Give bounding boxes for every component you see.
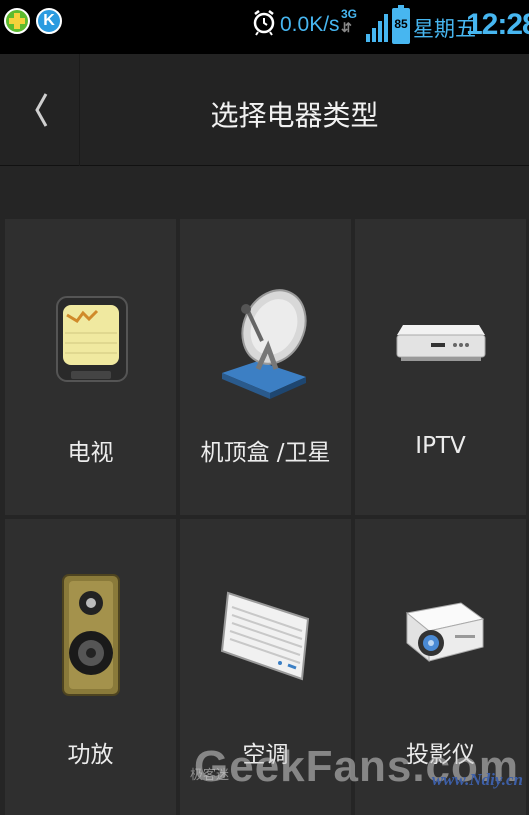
- k-app-icon: K: [36, 8, 62, 34]
- device-label: 功放: [67, 742, 114, 768]
- device-tile-iptv[interactable]: IPTV: [355, 219, 526, 515]
- speaker-icon: [61, 574, 120, 696]
- status-bar: K 0.0K/s 3G ⇵ 85 星期五 12:28: [0, 0, 529, 54]
- device-tile-projector[interactable]: 投影仪: [355, 519, 526, 815]
- title-bar: 选择电器类型: [0, 54, 529, 166]
- device-label: IPTV: [415, 433, 466, 459]
- signal-bars-icon: [366, 14, 388, 42]
- page-title: 选择电器类型: [210, 99, 379, 132]
- qihoo-security-icon: [4, 8, 30, 34]
- device-tile-set-top-box[interactable]: 机顶盒 /卫星: [180, 219, 351, 515]
- device-label: 电视: [67, 440, 114, 466]
- alarm-clock-icon: [253, 10, 275, 36]
- device-tile-tv[interactable]: 电视: [5, 219, 176, 515]
- network-speed: 0.0K/s: [280, 13, 340, 36]
- device-type-grid: 电视 机顶盒 /卫星 IPTV 功放 空调 投影仪: [5, 219, 529, 815]
- air-conditioner-icon: [220, 591, 309, 681]
- device-label: 投影仪: [406, 742, 475, 768]
- projector-icon: [405, 602, 484, 663]
- device-label: 空调: [242, 742, 289, 768]
- data-activity-icon: ⇵: [341, 20, 352, 35]
- network-type: 3G ⇵: [341, 7, 358, 35]
- device-tile-air-conditioner[interactable]: 空调: [180, 519, 351, 815]
- satellite-dish-icon: [221, 289, 307, 399]
- back-button[interactable]: [0, 54, 80, 166]
- iptv-box-icon: [396, 325, 485, 361]
- chevron-left-icon: [35, 93, 48, 127]
- clock: 12:28: [466, 8, 529, 41]
- tv-icon: [55, 296, 128, 382]
- device-tile-amplifier[interactable]: 功放: [5, 519, 176, 815]
- device-label: 机顶盒 /卫星: [200, 440, 331, 466]
- battery-icon: 85: [392, 5, 410, 44]
